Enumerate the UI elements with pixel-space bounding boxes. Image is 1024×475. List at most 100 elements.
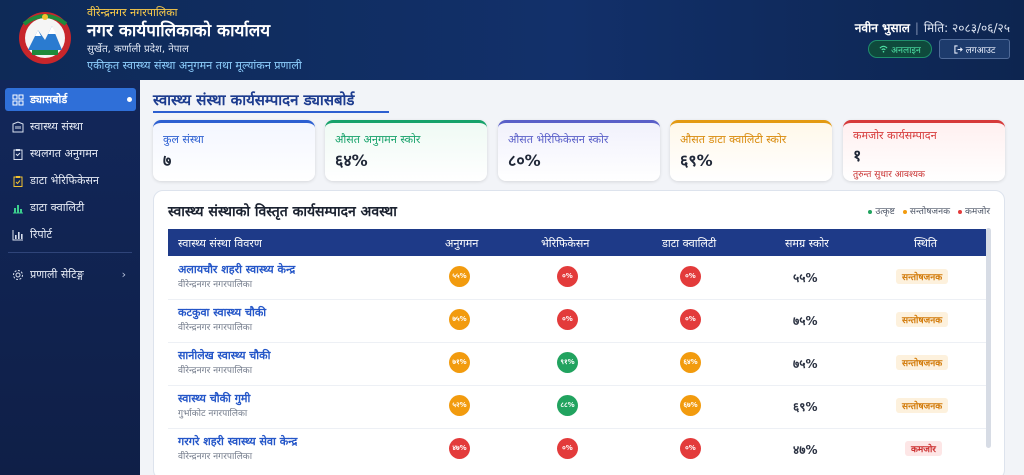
verification-score: ९१% <box>557 352 578 373</box>
table-row[interactable]: स्वास्थ्य चौकी गुमी गुर्भाकोट नगरपालिका … <box>168 386 986 429</box>
stat-card-label: कमजोर कार्यसम्पादन <box>853 129 937 142</box>
quality-score: ०% <box>680 438 701 459</box>
logout-label: लगआउट <box>965 45 996 56</box>
stat-card-value: ७ <box>163 151 172 170</box>
sidebar-item-data-verification[interactable]: डाटा भेरिफिकेसन <box>5 169 136 192</box>
stat-card-label: औसत भेरिफिकेसन स्कोर <box>508 133 609 146</box>
office-title: नगर कार्यपालिकाको कार्यालय <box>87 21 271 41</box>
table-row[interactable]: सानीलेख स्वास्थ्य चौकी वीरेन्द्रनगर नगरप… <box>168 343 986 386</box>
stat-card-label: औसत अनुगमन स्कोर <box>335 133 421 146</box>
sidebar-item-label: ड्यासबोर्ड <box>30 93 68 106</box>
sidebar-item-label: डाटा भेरिफिकेसन <box>30 174 100 187</box>
stat-card-value: ८०% <box>508 151 541 170</box>
legend-item-excellent: उत्कृष्ट <box>868 204 895 217</box>
overall-score: ७५% <box>793 357 818 371</box>
table-row[interactable]: गरगरे शहरी स्वास्थ्य सेवा केन्द्र वीरेन्… <box>168 429 986 472</box>
current-date: मिति: २०८३/०६/२५ <box>923 21 1010 35</box>
institution-municipality: वीरेन्द्रनगर नगरपालिका <box>178 280 253 290</box>
table-row[interactable]: कटकुवा स्वास्थ्य चौकी वीरेन्द्रनगर नगरपा… <box>168 300 986 343</box>
institution-municipality: वीरेन्द्रनगर नगरपालिका <box>178 452 253 462</box>
column-header: स्थिति <box>914 237 938 250</box>
sidebar-item-field-monitoring[interactable]: स्थलगत अनुगमन <box>5 142 136 165</box>
online-status-badge: अनलाइन <box>868 40 932 58</box>
table-scrollbar[interactable] <box>986 228 991 448</box>
stat-card-weak-performance: कमजोर कार्यसम्पादन १ तुरुन्त सुधार आवश्य… <box>843 120 1005 181</box>
stat-card-avg-monitoring: औसत अनुगमन स्कोर ६४% <box>325 120 487 181</box>
logout-button[interactable]: लगआउट <box>939 39 1010 59</box>
stat-card-total-institutions: कुल संस्था ७ <box>153 120 315 181</box>
sidebar-item-report[interactable]: रिपोर्ट <box>5 223 136 246</box>
stat-card-label: औसत डाटा क्वालिटी स्कोर <box>680 133 787 146</box>
stat-card-avg-data-quality: औसत डाटा क्वालिटी स्कोर ६९% <box>670 120 832 181</box>
monitoring-score: ४७% <box>449 438 470 459</box>
status-badge: सन्तोषजनक <box>896 355 949 370</box>
page-title: स्वास्थ्य संस्था कार्यसम्पादन ड्यासबोर्ड <box>153 91 355 109</box>
sidebar-item-label: स्थलगत अनुगमन <box>30 147 98 160</box>
chevron-right-icon: › <box>121 268 126 281</box>
quality-score: ६४% <box>680 352 701 373</box>
verification-score: ०% <box>557 438 578 459</box>
user-name: नवीन भुसाल <box>854 21 910 35</box>
verification-score: ८८% <box>557 395 578 416</box>
active-dot-indicator <box>127 97 132 102</box>
main-content: स्वास्थ्य संस्था कार्यसम्पादन ड्यासबोर्ड… <box>140 80 1024 475</box>
institution-name[interactable]: सानीलेख स्वास्थ्य चौकी <box>178 348 270 363</box>
sidebar-item-data-quality[interactable]: डाटा क्वालिटी <box>5 196 136 219</box>
legend: उत्कृष्ट सन्तोषजनक कमजोर <box>868 204 990 217</box>
table-header: स्वास्थ्य संस्था विवरण अनुगमन भेरिफिकेसन… <box>168 229 986 256</box>
sidebar-item-system-settings[interactable]: प्रणाली सेटिङ्ग › <box>5 263 136 286</box>
system-name: एकीकृत स्वास्थ्य संस्था अनुगमन तथा मूल्य… <box>87 59 302 72</box>
wifi-icon <box>879 45 888 53</box>
legend-item-weak: कमजोर <box>958 204 990 217</box>
status-badge: सन्तोषजनक <box>896 269 949 284</box>
column-header: अनुगमन <box>445 237 479 250</box>
institution-municipality: वीरेन्द्रनगर नगरपालिका <box>178 323 253 333</box>
monitoring-score: ७५% <box>449 309 470 330</box>
overall-score: ५५% <box>793 271 818 285</box>
sidebar-divider <box>8 252 132 253</box>
stat-card-label: कुल संस्था <box>163 133 204 146</box>
logout-icon <box>953 44 963 54</box>
institution-name[interactable]: स्वास्थ्य चौकी गुमी <box>178 391 250 406</box>
clipboard-check-icon <box>11 174 24 187</box>
clipboard-icon <box>11 147 24 160</box>
column-header: स्वास्थ्य संस्था विवरण <box>178 237 262 250</box>
institution-name[interactable]: अलायचौर शहरी स्वास्थ्य केन्द्र <box>178 262 295 277</box>
performance-table-panel: स्वास्थ्य संस्थाको विस्तृत कार्यसम्पादन … <box>153 190 1005 475</box>
table-title: स्वास्थ्य संस्थाको विस्तृत कार्यसम्पादन … <box>168 204 397 220</box>
dashboard-icon <box>11 93 24 106</box>
quality-score: ६७% <box>680 395 701 416</box>
institution-municipality: वीरेन्द्रनगर नगरपालिका <box>178 366 253 376</box>
institution-name[interactable]: गरगरे शहरी स्वास्थ्य सेवा केन्द्र <box>178 434 297 449</box>
nepal-emblem-icon <box>19 12 71 64</box>
stat-card-value: ६४% <box>335 151 368 170</box>
sidebar-item-label: स्वास्थ्य संस्था <box>30 120 83 133</box>
column-header: भेरिफिकेसन <box>541 237 590 250</box>
stat-card-note: तुरुन्त सुधार आवश्यक <box>853 170 925 180</box>
separator: | <box>914 21 919 35</box>
stat-card-value: ६९% <box>680 151 713 170</box>
column-header: समग्र स्कोर <box>785 237 829 250</box>
report-chart-icon <box>11 228 24 241</box>
building-icon <box>11 120 24 133</box>
institution-name[interactable]: कटकुवा स्वास्थ्य चौकी <box>178 305 266 320</box>
table-row[interactable]: अलायचौर शहरी स्वास्थ्य केन्द्र वीरेन्द्र… <box>168 257 986 300</box>
sidebar-item-label: डाटा क्वालिटी <box>30 201 85 214</box>
stat-card-avg-verification: औसत भेरिफिकेसन स्कोर ८०% <box>498 120 660 181</box>
verification-score: ०% <box>557 266 578 287</box>
gear-icon <box>11 268 24 281</box>
sidebar-item-dashboard[interactable]: ड्यासबोर्ड <box>5 88 136 111</box>
status-badge: कमजोर <box>905 441 942 456</box>
column-header: डाटा क्वालिटी <box>662 237 717 250</box>
bar-chart-icon <box>11 201 24 214</box>
sidebar-item-label: प्रणाली सेटिङ्ग <box>30 268 84 281</box>
title-underline <box>153 111 389 113</box>
sidebar-item-health-institutions[interactable]: स्वास्थ्य संस्था <box>5 115 136 138</box>
quality-score: ०% <box>680 266 701 287</box>
status-badge: सन्तोषजनक <box>896 398 949 413</box>
quality-score: ०% <box>680 309 701 330</box>
sidebar: ड्यासबोर्ड स्वास्थ्य संस्था स्थलगत अनुगम… <box>0 80 140 475</box>
overall-score: ६९% <box>793 400 818 414</box>
overall-score: ७५% <box>793 314 818 328</box>
status-badge: सन्तोषजनक <box>896 312 949 327</box>
